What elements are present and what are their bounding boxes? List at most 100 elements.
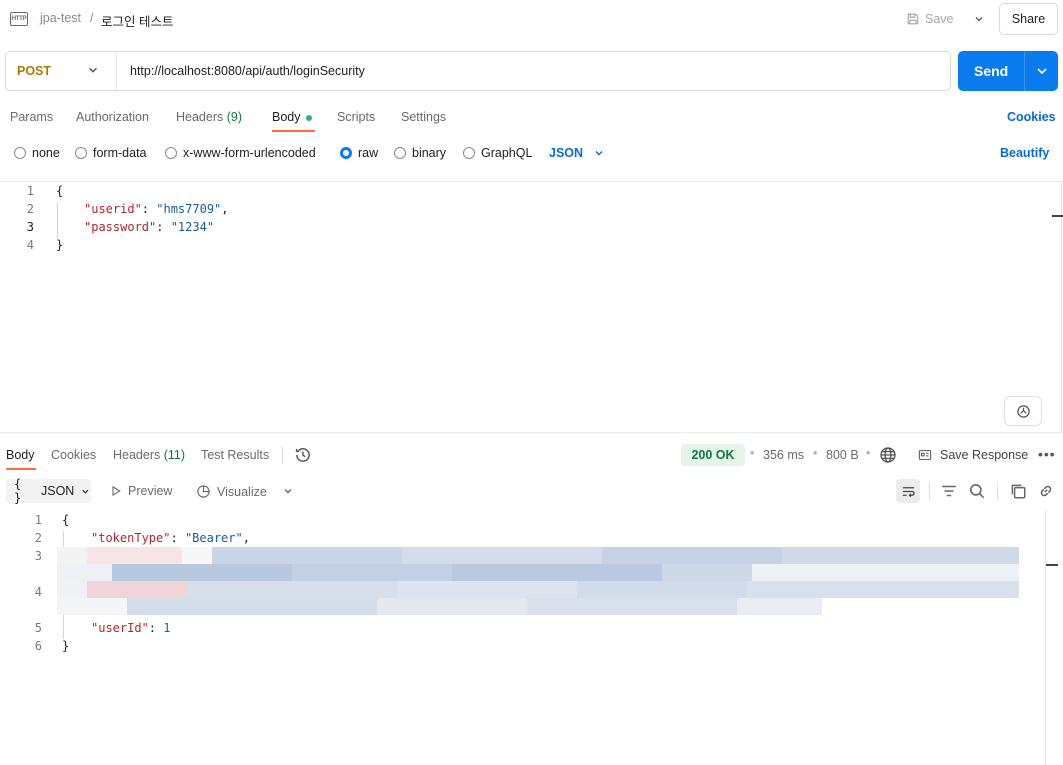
visualize-button[interactable]: Visualize	[196, 484, 267, 499]
json-key: "userId"	[91, 621, 149, 635]
cookies-link[interactable]: Cookies	[1007, 110, 1056, 124]
radio-urlencoded[interactable]: x-www-form-urlencoded	[165, 146, 316, 160]
line-number: 1	[34, 513, 42, 527]
response-tab-test-results[interactable]: Test Results	[201, 448, 269, 462]
ai-assist-icon[interactable]	[1004, 396, 1042, 426]
method-select[interactable]: POST	[17, 64, 51, 78]
response-tab-headers-label: Headers	[113, 448, 161, 462]
share-button[interactable]: Share	[999, 3, 1058, 35]
request-name[interactable]: 로그인 테스트	[101, 11, 173, 30]
send-label: Send	[974, 63, 1009, 79]
visualize-chevron-down-icon[interactable]	[282, 485, 294, 497]
radio-circle-icon	[75, 147, 87, 159]
radio-circle-icon	[463, 147, 475, 159]
meta-separator: •	[750, 446, 755, 460]
response-time[interactable]: 356 ms	[763, 448, 804, 462]
radio-form-data-label: form-data	[93, 146, 147, 160]
save-label: Save	[925, 12, 954, 26]
response-active-tab-indicator	[6, 468, 36, 470]
save-button[interactable]: Save	[906, 8, 954, 30]
response-format-select[interactable]: { } JSON	[6, 477, 91, 505]
meta-separator: •	[813, 446, 818, 460]
response-size[interactable]: 800 B	[826, 448, 859, 462]
json-key: "tokenType"	[91, 531, 171, 545]
tab-headers[interactable]: Headers (9)	[176, 110, 242, 124]
response-tab-cookies[interactable]: Cookies	[51, 448, 96, 462]
play-icon	[112, 485, 121, 497]
search-icon[interactable]	[968, 482, 986, 500]
line-number: 1	[26, 184, 34, 198]
visualize-icon	[197, 485, 210, 498]
save-icon	[907, 13, 919, 25]
editor-top-divider	[0, 181, 1063, 182]
copy-icon[interactable]	[1009, 482, 1027, 500]
line-number: 3	[26, 220, 34, 234]
code-line: "userid": "hms7709",	[84, 202, 229, 216]
radio-none-label: none	[32, 146, 60, 160]
code-line: "password": "1234"	[84, 220, 215, 234]
preview-button[interactable]: Preview	[110, 484, 172, 498]
tab-params[interactable]: Params	[10, 110, 53, 124]
breadcrumb-collection[interactable]: jpa-test	[40, 11, 81, 25]
scroll-position-marker	[1046, 564, 1058, 566]
tab-headers-label: Headers	[176, 110, 224, 124]
line-number: 6	[34, 639, 42, 653]
save-response-button[interactable]: Save Response	[917, 448, 1028, 462]
more-options-icon[interactable]: •••	[1038, 446, 1056, 462]
send-options-chevron-down-icon[interactable]	[1034, 63, 1050, 79]
tab-authorization[interactable]: Authorization	[76, 110, 149, 124]
tab-settings[interactable]: Settings	[401, 110, 446, 124]
code-line: "userId": 1	[91, 621, 171, 635]
beautify-button[interactable]: Beautify	[1000, 146, 1049, 160]
globe-icon[interactable]	[879, 446, 897, 464]
line-number: 4	[26, 238, 34, 252]
radio-graphql[interactable]: GraphQL	[463, 146, 532, 160]
send-divider	[1024, 51, 1025, 91]
json-string: "Bearer"	[184, 531, 243, 545]
language-label: JSON	[549, 146, 584, 160]
radio-circle-icon	[165, 147, 177, 159]
history-icon[interactable]	[294, 446, 312, 464]
preview-label: Preview	[128, 484, 173, 498]
line-number: 4	[34, 585, 42, 599]
scroll-position-marker	[1052, 215, 1063, 217]
response-tab-body[interactable]: Body	[6, 448, 35, 462]
json-number: 1	[163, 621, 171, 635]
radio-graphql-label: GraphQL	[481, 146, 533, 160]
language-chevron-down-icon	[595, 151, 603, 156]
code-line: "tokenType": "Bearer",	[91, 531, 250, 545]
radio-raw-label: raw	[358, 146, 379, 160]
status-badge[interactable]: 200 OK	[681, 444, 745, 466]
breadcrumb-separator: /	[90, 11, 94, 25]
tab-scripts[interactable]: Scripts	[337, 110, 375, 124]
url-input[interactable]: http://localhost:8080/api/auth/loginSecu…	[130, 64, 365, 78]
filter-icon[interactable]	[940, 482, 958, 500]
pane-divider[interactable]	[0, 432, 1063, 433]
line-number: 5	[34, 621, 42, 635]
request-editor-scrollbar[interactable]	[1061, 182, 1062, 432]
method-chevron-down-icon[interactable]	[86, 63, 100, 77]
radio-raw[interactable]: raw	[340, 146, 378, 160]
response-format-label: JSON	[41, 484, 75, 498]
braces-icon: { }	[14, 477, 22, 505]
tab-headers-count: (9)	[226, 110, 243, 124]
visualize-label: Visualize	[217, 484, 267, 499]
response-tab-headers[interactable]: Headers (11)	[113, 448, 185, 462]
link-icon[interactable]	[1037, 482, 1055, 500]
radio-none[interactable]: none	[14, 146, 60, 160]
wrap-lines-icon[interactable]	[896, 479, 920, 503]
save-response-icon	[918, 450, 932, 460]
radio-binary[interactable]: binary	[394, 146, 446, 160]
toolbar-divider	[997, 482, 998, 500]
code-line: {	[62, 513, 70, 527]
radio-circle-icon	[394, 147, 406, 159]
body-modified-dot-icon	[305, 114, 312, 121]
save-options-chevron-down-icon[interactable]	[968, 8, 990, 30]
radio-form-data[interactable]: form-data	[75, 146, 147, 160]
format-chevron-down-icon	[82, 489, 89, 494]
toolbar-divider	[929, 482, 930, 500]
line-number: 3	[34, 549, 42, 563]
language-select[interactable]: JSON	[549, 146, 605, 160]
response-scrollbar[interactable]	[1045, 510, 1046, 765]
tab-body[interactable]: Body	[272, 110, 312, 124]
